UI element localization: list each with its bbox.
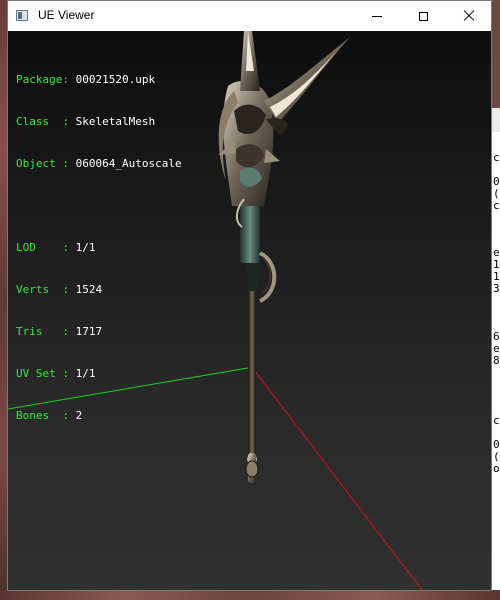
ue-viewer-window: UE Viewer Package: 00021520.upk Class: … (7, 0, 492, 591)
minimize-icon (372, 15, 382, 17)
uvset-value: 1/1 (75, 367, 96, 380)
background-text-fragment: 8 (493, 354, 500, 367)
info-label: Tris : (16, 325, 69, 338)
background-window-strip (492, 108, 500, 132)
maximize-icon (418, 11, 428, 21)
info-label: Bones : (16, 409, 69, 422)
info-label: UV Set : (16, 367, 69, 380)
info-label: LOD : (16, 241, 69, 254)
info-label: Class : (16, 115, 69, 128)
verts-value: 1524 (75, 283, 103, 296)
info-row-verts: Verts : 1524 (16, 283, 182, 297)
background-text-fragment: c (493, 199, 500, 212)
info-row-object: Object : 060064_Autoscale (16, 157, 182, 171)
mesh-info-panel: Package: 00021520.upk Class : SkeletalMe… (16, 45, 182, 451)
maximize-button[interactable] (400, 1, 446, 31)
minimize-button[interactable] (354, 1, 400, 31)
info-label: Verts : (16, 283, 69, 296)
class-value: SkeletalMesh (75, 115, 156, 128)
window-title: UE Viewer (38, 8, 95, 22)
close-button[interactable] (446, 1, 492, 31)
bones-value: 2 (75, 409, 83, 422)
package-value: 00021520.upk (75, 73, 156, 86)
background-text-fragment: c (493, 151, 500, 164)
axis-x-line (250, 365, 423, 590)
info-row-package: Package: 00021520.upk (16, 73, 182, 87)
tris-value: 1717 (75, 325, 103, 338)
title-bar[interactable]: UE Viewer (8, 1, 491, 31)
background-text-fragment: c (493, 414, 500, 427)
info-row-tris: Tris : 1717 (16, 325, 182, 339)
3d-viewport[interactable]: Package: 00021520.upk Class : SkeletalMe… (8, 31, 491, 590)
lod-value: 1/1 (75, 241, 96, 254)
ue-viewer-app-icon[interactable] (16, 10, 28, 21)
object-value: 060064_Autoscale (75, 157, 182, 170)
staff-mesh (218, 31, 350, 483)
info-row-lod: LOD : 1/1 (16, 241, 182, 255)
info-label: Object : (16, 157, 69, 170)
close-icon (463, 10, 475, 22)
info-row-bones: Bones : 2 (16, 409, 182, 423)
info-row-class: Class : SkeletalMesh (16, 115, 182, 129)
desktop-background-bottom (0, 590, 500, 600)
background-text-fragment: o (493, 462, 500, 475)
info-label: Package: (16, 73, 69, 86)
background-text-window[interactable]: c 0 ( c e 1 1 3 6 e 8 c 0 ( o (491, 108, 500, 590)
info-row-uvset: UV Set : 1/1 (16, 367, 182, 381)
background-text-fragment: 3 (493, 282, 500, 295)
